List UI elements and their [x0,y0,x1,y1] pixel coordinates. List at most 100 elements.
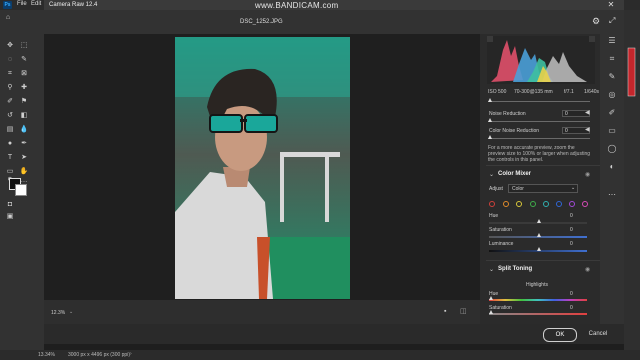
graduated-filter-icon[interactable]: ▭ [607,126,617,136]
color-mixer-title[interactable]: Color Mixer [498,171,531,177]
highlights-label: Highlights [526,282,548,288]
noise-reduction-slider[interactable] [488,121,590,122]
slider-track[interactable] [488,101,590,102]
section-divider [486,260,600,261]
recording-watermark: www.BANDICAM.com [255,1,339,10]
lasso-tool-icon[interactable]: ◌ [5,55,15,64]
menu-edit[interactable]: Edit [31,1,41,7]
saturation-label: Saturation [489,227,512,233]
saturation-knob[interactable] [537,233,541,237]
color-noise-reduction-knob[interactable] [488,135,492,139]
frame-tool-icon[interactable]: ⊠ [19,69,29,78]
presets-icon[interactable]: ◐ [607,162,617,172]
ps-statusbar: 13.34% 3000 px x 4496 px (300 ppi) › [0,350,640,360]
shape-tool-icon[interactable]: ▭ [5,167,15,176]
home-icon[interactable]: ⌂ [3,13,13,22]
marquee-tool-icon[interactable]: ⬚ [19,41,29,50]
luminance-label: Luminance [489,241,514,247]
ok-button[interactable]: OK [543,328,577,342]
quick-mask-icon[interactable]: ◘ [5,200,15,209]
type-tool-icon[interactable]: T [5,153,15,162]
detail-hint: For a more accurate preview, zoom the pr… [488,145,592,163]
zoom-level-select[interactable]: 12.3% [51,310,65,316]
fullscreen-icon[interactable]: ⤢ [609,16,619,26]
before-after-icon[interactable]: ◫ [460,308,468,316]
adjust-label: Adjust [489,186,503,192]
highlight-clipping-indicator [589,36,595,42]
background-color-swatch[interactable] [15,184,27,196]
camera-raw-header [44,10,624,34]
brush-select-icon[interactable]: ✎ [19,55,29,64]
fit-view-icon[interactable]: ▪ [444,308,452,316]
history-brush-icon[interactable]: ↺ [5,111,15,120]
window-title: Camera Raw 12.4 [49,2,98,8]
split-toning-title[interactable]: Split Toning [498,266,532,272]
slider-knob[interactable] [488,98,492,102]
luminance-value[interactable]: 0 [570,241,573,247]
camera-raw-footer [44,324,624,344]
swatch-yellow[interactable] [516,201,522,207]
status-zoom: 13.34% [38,352,55,358]
visibility-eye-icon[interactable]: ◉ [585,266,590,273]
crop-icon[interactable]: ⌗ [607,54,617,64]
swatch-magenta[interactable] [582,201,588,207]
menu-file[interactable]: File [17,1,27,7]
portrait-image [175,37,350,299]
edit-sliders-icon[interactable]: ☰ [607,36,617,46]
chevron-right-icon[interactable]: › [130,351,132,357]
preview-photo [175,37,350,299]
eyedropper-icon[interactable]: ⚲ [5,83,15,92]
split-saturation-knob[interactable] [489,310,493,314]
split-hue-knob[interactable] [489,296,493,300]
radial-filter-icon[interactable]: ◯ [607,144,617,154]
adjustment-brush-icon[interactable]: ✐ [607,108,617,118]
lens-value: 70-300@135 mm [514,89,553,95]
swatch-aqua[interactable] [543,201,549,207]
close-icon[interactable]: ✕ [602,0,620,10]
swatch-purple[interactable] [569,201,575,207]
swatch-blue[interactable] [556,201,562,207]
noise-reduction-label: Noise Reduction [489,111,526,117]
chevron-down-icon[interactable]: ⌄ [489,266,494,273]
healing-icon[interactable]: ✚ [19,83,29,92]
swatch-green[interactable] [530,201,536,207]
hue-knob[interactable] [537,219,541,223]
hue-value[interactable]: 0 [570,213,573,219]
histogram [487,36,595,84]
caret-left-icon[interactable]: ◀ [585,126,590,133]
cancel-button[interactable]: Cancel [584,328,612,340]
status-document-size: 3000 px x 4496 px (300 ppi) [68,352,130,358]
hand-tool-icon[interactable]: ✋ [19,167,29,176]
path-select-icon[interactable]: ➤ [19,153,29,162]
split-saturation-value[interactable]: 0 [570,305,573,311]
blur-icon[interactable]: 💧 [19,125,29,134]
chevron-down-icon[interactable]: ⌄ [489,171,494,178]
visibility-eye-icon[interactable]: ◉ [585,171,590,178]
screen-mode-icon[interactable]: ▣ [5,212,15,221]
noise-reduction-knob[interactable] [488,118,492,122]
move-tool-icon[interactable]: ✥ [5,41,15,50]
gradient-icon[interactable]: ▤ [5,125,15,134]
stamp-tool-icon[interactable]: ⚑ [19,97,29,106]
ps-right-panel-strip [624,10,640,350]
swatch-orange[interactable] [503,201,509,207]
split-hue-slider[interactable] [489,299,587,301]
dodge-icon[interactable]: ● [5,139,15,148]
adjust-select[interactable]: Color ⌄ [508,184,578,193]
luminance-knob[interactable] [537,247,541,251]
pen-tool-icon[interactable]: ✒ [19,139,29,148]
eraser-icon[interactable]: ◧ [19,111,29,120]
gear-icon[interactable]: ⚙ [592,16,602,26]
split-hue-value[interactable]: 0 [570,291,573,297]
crop-tool-icon[interactable]: ⌗ [5,69,15,78]
chevron-down-icon[interactable]: ⌄ [69,309,73,315]
spot-removal-icon[interactable]: ✎ [607,72,617,82]
caret-left-icon[interactable]: ◀ [585,109,590,116]
saturation-value[interactable]: 0 [570,227,573,233]
brush-tool-icon[interactable]: ✐ [5,97,15,106]
more-options-icon[interactable]: ⋯ [607,190,617,200]
color-noise-reduction-slider[interactable] [488,138,590,139]
swatch-red[interactable] [489,201,495,207]
split-saturation-slider[interactable] [489,313,587,315]
red-eye-icon[interactable]: ◎ [607,90,617,100]
